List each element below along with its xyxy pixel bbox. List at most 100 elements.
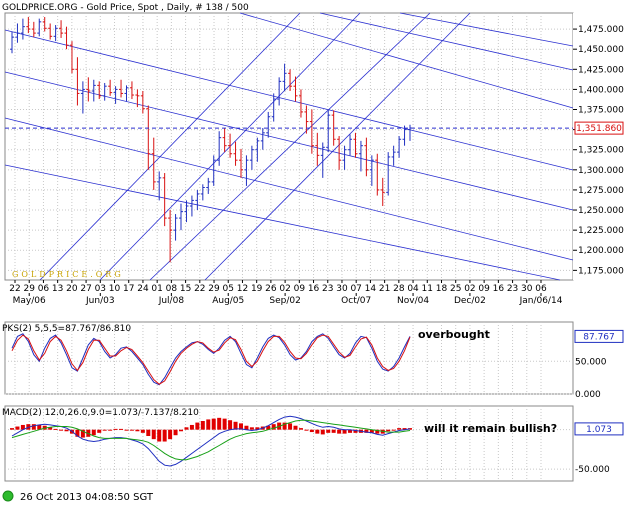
x-month-label: Oct/07 [341,296,371,306]
macd-hist-bar [113,428,118,430]
x-month-label: Aug/05 [212,296,244,306]
x-day-label: 16 [308,284,320,294]
price-tick-label: 1,300.000 [578,166,624,176]
x-day-label: 11 [422,284,433,294]
x-day-label: 09 [294,284,306,294]
macd-hist-bar [31,424,36,430]
price-tick-label: 1,375.000 [578,106,624,116]
x-day-label: 07 [350,284,361,294]
macd-hist-bar [151,429,156,440]
macd-hist-bar [298,428,303,430]
x-day-label: 21 [379,284,390,294]
macd-hist-bar [162,429,167,442]
price-tick-label: 1,400.000 [578,85,624,95]
x-day-label: 29 [208,284,220,294]
macd-hist-bar [119,428,124,430]
x-day-label: 22 [9,284,20,294]
x-day-label: 23 [322,284,333,294]
x-day-label: 15 [180,284,191,294]
macd-hist-bar [173,429,178,436]
x-month-label: Jan/06/14 [519,296,563,306]
x-day-label: 08 [166,284,178,294]
green-dot-icon [2,490,14,502]
macd-hist-bar [315,429,320,434]
stochastic-y-axis: 0.000 50.000 [575,357,607,400]
x-day-label: 23 [507,284,518,294]
macd-hist-bar [217,417,222,430]
macd-hist-bar [320,429,325,435]
macd-hist-bar [386,429,391,432]
x-day-label: 04 [407,284,419,294]
macd-hist-bar [179,429,184,432]
macd-tick-label: -50.000 [575,465,610,475]
x-month-label: Jul/08 [158,296,185,306]
x-day-label: 01 [151,284,162,294]
x-day-label: 06 [535,284,547,294]
macd-hist-bar [157,429,162,442]
x-month-label: Sep/02 [269,296,300,306]
x-day-label: 02 [464,284,475,294]
macd-hist-bar [184,427,189,430]
x-axis-month-labels: May/06 Jun/03 Jul/08 Aug/05 Sep/02 Oct/07 Nov/… [13,293,563,306]
macd-hist-bar [91,429,96,436]
chart-canvas: GOLDPRICE.ORG - Gold Price, Spot , Daily… [2,3,625,503]
x-month-label: Dec/02 [454,296,486,306]
macd-hist-bar [309,429,314,433]
x-day-label: 03 [95,284,106,294]
macd-hist-bar [124,429,129,431]
macd-hist-bar [195,422,200,430]
macd-hist-bar [288,423,293,430]
x-day-label: 25 [450,284,461,294]
x-day-label: 12 [237,284,248,294]
macd-hist-bar [211,418,216,430]
price-tick-label: 1,175.000 [578,266,624,276]
macd-hist-bar [331,429,336,433]
price-tick-label: 1,275.000 [578,186,624,196]
chart-header-title: GOLDPRICE.ORG - Gold Price, Spot , Daily… [2,3,249,13]
macd-hist-bar [397,428,402,430]
x-day-label: 30 [521,284,533,294]
macd-value-badge: 1.073 [574,422,624,436]
price-tick-label: 1,225.000 [578,226,624,236]
macd-hist-bar [293,425,298,430]
x-day-label: 22 [194,284,205,294]
x-day-label: 20 [66,284,78,294]
macd-hist-bar [326,429,331,433]
macd-hist-bar [337,429,342,434]
macd-hist-bar [97,429,102,433]
macd-hist-bar [222,418,227,430]
macd-hist-bar [53,428,58,430]
annotation-overbought: overbought [418,328,490,341]
x-day-label: 27 [80,284,91,294]
x-day-label: 17 [123,284,134,294]
x-month-label: May/06 [13,296,46,306]
x-day-label: 28 [393,284,405,294]
macd-hist-bar [342,429,347,434]
x-day-label: 06 [38,284,50,294]
macd-hist-bar [189,424,194,430]
macd-hist-bar [135,429,140,432]
macd-hist-bar [129,429,134,431]
annotation-bullish-question: will it remain bullish? [424,422,557,435]
macd-hist-bar [304,429,309,431]
macd-hist-bar [228,420,233,430]
macd-hist-bar [102,429,107,431]
price-panel[interactable] [4,12,574,281]
macd-hist-bar [168,429,173,440]
macd-hist-bar [146,429,151,436]
watermark-logo: GOLDPRICE.ORG [12,270,124,279]
status-timestamp: 26 Oct 2013 04:08:50 SGT [20,492,154,503]
macd-hist-bar [108,429,113,431]
x-day-label: 10 [109,284,121,294]
x-day-label: 24 [137,284,149,294]
x-day-label: 26 [265,284,277,294]
macd-hist-bar [206,419,211,430]
stochastic-title: PKS(2) 5,5,5=87.767/86.810 [2,324,131,334]
price-tick-label: 1,475.000 [578,25,624,35]
macd-hist-bar [64,429,69,432]
x-day-label: 14 [365,284,377,294]
macd-hist-bar [10,428,14,430]
x-day-label: 13 [52,284,63,294]
x-axis-day-labels: 22 29 06 13 20 27 03 10 17 24 01 08 15 22 29 05 12 19 26 02… [9,280,547,294]
macd-hist-bar [391,429,396,431]
